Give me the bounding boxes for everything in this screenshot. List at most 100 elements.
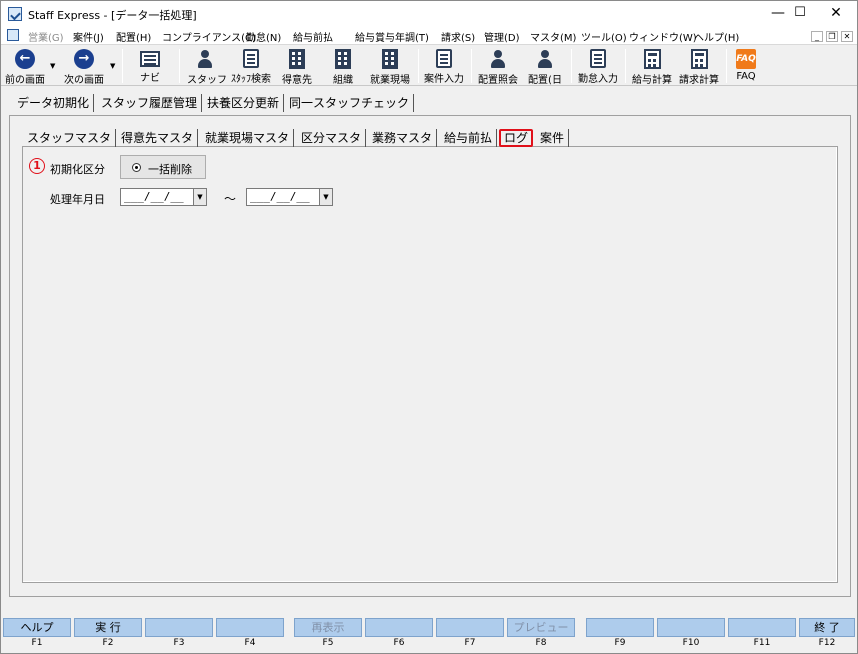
f11-button[interactable] — [728, 618, 796, 637]
range-separator: 〜 — [224, 192, 237, 206]
menu-app-icon[interactable] — [7, 29, 19, 41]
menu-attendance[interactable]: 勤怠(N) — [246, 29, 281, 44]
prev-screen-button[interactable]: ← 前の画面 — [3, 47, 47, 86]
case-input-icon — [436, 49, 452, 68]
date-from-field[interactable]: ___/__/__ ▼ — [120, 188, 207, 206]
menu-sales[interactable]: 営業(G) — [28, 29, 64, 44]
menu-help[interactable]: ヘルプ(H) — [694, 29, 739, 44]
arrow-right-icon: → — [74, 49, 94, 69]
menu-compliance[interactable]: コンプライアンス(C) — [162, 29, 256, 44]
window-title: Staff Express - [データ一括処理] — [28, 9, 197, 22]
f1-help-button[interactable]: ヘルプ — [3, 618, 71, 637]
assign-inquiry-icon — [488, 49, 508, 69]
tab-pay-advance[interactable]: 給与前払 — [444, 129, 498, 147]
menu-window[interactable]: ウィンドウ(W) — [629, 29, 697, 44]
toolbar-separator — [471, 49, 472, 83]
app-window: Staff Express - [データ一括処理] — ☐ ✕ 営業(G) 案件… — [0, 0, 858, 654]
org-button[interactable]: 組織 — [325, 47, 361, 86]
tab-dependent-update[interactable]: 扶養区分更新 — [207, 94, 285, 112]
f7-label: F7 — [464, 638, 476, 648]
f9-button[interactable] — [586, 618, 654, 637]
date-to-value[interactable]: ___/__/__ — [250, 190, 310, 203]
assign-inquiry-button[interactable]: 配置照会 — [475, 47, 521, 86]
date-to-dropdown-icon[interactable]: ▼ — [319, 189, 332, 205]
menu-admin[interactable]: 管理(D) — [484, 29, 520, 44]
f12-exit-button[interactable]: 終 了 — [799, 618, 855, 637]
toolbar-separator — [726, 49, 727, 83]
f8-preview-button[interactable]: プレビュー — [507, 618, 575, 637]
function-key-bar: ヘルプ F1 実 行 F2 F3 F4 再表示 F5 F6 F7 プレビュー F… — [1, 618, 857, 654]
payroll-calc-button[interactable]: 給与計算 — [629, 47, 675, 86]
billing-calc-button[interactable]: 請求計算 — [676, 47, 722, 86]
tab-log[interactable]: ログ — [499, 129, 534, 147]
f3-button[interactable] — [145, 618, 213, 637]
tab-case[interactable]: 案件 — [540, 129, 570, 147]
menu-pay-advance[interactable]: 給与前払 — [293, 29, 333, 44]
tab-workplace-master[interactable]: 就業現場マスタ — [205, 129, 295, 147]
f5-refresh-button[interactable]: 再表示 — [294, 618, 362, 637]
init-type-radio-group: 一括削除 — [120, 155, 206, 179]
tab-client-master[interactable]: 得意先マスタ — [121, 129, 199, 147]
app-icon — [8, 7, 22, 21]
menu-assign[interactable]: 配置(H) — [116, 29, 151, 44]
f3-label: F3 — [173, 638, 185, 648]
toolbar-separator — [179, 49, 180, 83]
mdi-close-button[interactable]: ✕ — [841, 31, 853, 42]
mdi-restore-button[interactable]: ❐ — [826, 31, 838, 42]
staff-search-button[interactable]: ｽﾀｯﾌ検索 — [228, 47, 274, 85]
f1-label: F1 — [31, 638, 43, 648]
f11-label: F11 — [753, 638, 771, 648]
f7-button[interactable] — [436, 618, 504, 637]
mdi-minimize-button[interactable]: _ — [811, 31, 823, 42]
tab-staff-master[interactable]: スタッフマスタ — [27, 129, 117, 147]
menu-tools[interactable]: ツール(O) — [581, 29, 627, 44]
next-screen-button[interactable]: → 次の画面 — [61, 47, 107, 86]
toolbar-separator — [418, 49, 419, 83]
tab-category-master[interactable]: 区分マスタ — [301, 129, 367, 147]
bulk-delete-radio[interactable] — [132, 163, 141, 172]
menu-case[interactable]: 案件(J) — [73, 29, 104, 44]
close-button[interactable]: ✕ — [813, 1, 858, 27]
client-icon — [289, 49, 305, 69]
f2-execute-button[interactable]: 実 行 — [74, 618, 142, 637]
tab-staff-history[interactable]: スタッフ履歴管理 — [101, 94, 203, 112]
attendance-input-icon — [590, 49, 606, 68]
date-to-field[interactable]: ___/__/__ ▼ — [246, 188, 333, 206]
tab-data-init[interactable]: データ初期化 — [17, 94, 95, 112]
assign-day-button[interactable]: 配置(日 — [525, 47, 565, 86]
toolbar-separator — [625, 49, 626, 83]
f4-button[interactable] — [216, 618, 284, 637]
menu-payroll[interactable]: 給与賞与年調(T) — [355, 29, 429, 44]
date-from-dropdown-icon[interactable]: ▼ — [193, 189, 206, 205]
menu-billing[interactable]: 請求(S) — [441, 29, 475, 44]
attendance-input-button[interactable]: 勤怠入力 — [575, 47, 621, 85]
staff-button[interactable]: スタッフ — [187, 47, 227, 86]
f2-label: F2 — [102, 638, 114, 648]
tab-business-master[interactable]: 業務マスタ — [372, 129, 438, 147]
faq-icon: FAQ — [736, 49, 756, 69]
navi-button[interactable]: ナビ — [132, 47, 168, 85]
date-from-value[interactable]: ___/__/__ — [124, 190, 184, 203]
case-input-button[interactable]: 案件入力 — [422, 47, 466, 85]
menu-bar: 営業(G) 案件(J) 配置(H) コンプライアンス(C) 勤怠(N) 給与前払… — [1, 27, 857, 45]
title-bar: Staff Express - [データ一括処理] — ☐ ✕ — [1, 1, 857, 27]
tab-duplicate-staff-check[interactable]: 同一スタッフチェック — [289, 94, 415, 112]
workplace-button[interactable]: 就業現場 — [367, 47, 413, 86]
bulk-delete-label[interactable]: 一括削除 — [148, 161, 192, 177]
f6-button[interactable] — [365, 618, 433, 637]
staff-icon — [195, 49, 215, 69]
f9-label: F9 — [614, 638, 626, 648]
f8-label: F8 — [535, 638, 547, 648]
faq-button[interactable]: FAQ FAQ — [730, 47, 762, 85]
process-date-label: 処理年月日 — [50, 193, 105, 206]
next-dropdown-icon[interactable]: ▼ — [110, 62, 115, 70]
menu-master[interactable]: マスタ(M) — [530, 29, 576, 44]
prev-dropdown-icon[interactable]: ▼ — [50, 62, 55, 70]
init-type-label: 初期化区分 — [50, 163, 105, 176]
toolbar: ← 前の画面 ▼ → 次の画面 ▼ ナビ スタッフ ｽﾀｯﾌ検索 得意先 組織 — [1, 46, 857, 86]
sub-tab-panel — [22, 146, 838, 583]
f10-button[interactable] — [657, 618, 725, 637]
calculator-icon — [643, 49, 661, 69]
client-button[interactable]: 得意先 — [279, 47, 315, 86]
staff-search-icon — [243, 49, 259, 68]
